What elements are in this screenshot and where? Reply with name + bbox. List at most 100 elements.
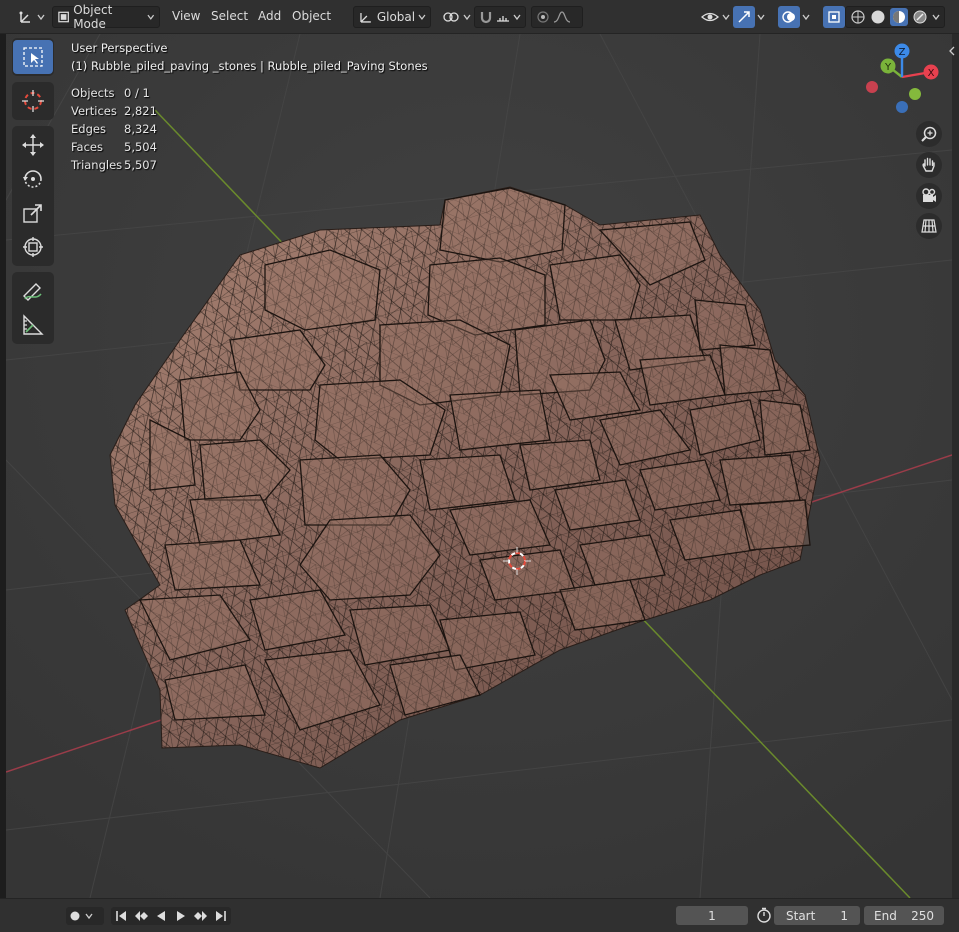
viewport-header: Object Mode View Select Add Object Globa… — [0, 0, 959, 34]
stat-row: Triangles 5,507 — [71, 156, 157, 174]
material-shading-button[interactable] — [890, 8, 908, 26]
cursor-tool[interactable] — [13, 84, 53, 118]
select-box-tool[interactable] — [13, 40, 53, 74]
start-value: 1 — [840, 908, 848, 923]
current-frame-field[interactable]: 1 — [676, 906, 748, 925]
overlays-dropdown[interactable] — [798, 6, 814, 28]
start-label: Start — [786, 908, 816, 923]
end-frame-field[interactable]: End 250 — [864, 906, 944, 925]
move-tool[interactable] — [13, 128, 53, 162]
stat-value: 0 / 1 — [124, 86, 150, 100]
overlays-toggle[interactable] — [778, 6, 800, 28]
mode-label: Object Mode — [73, 3, 113, 31]
proportional-editing-toggle[interactable] — [531, 6, 583, 28]
chevron-down-icon — [463, 14, 471, 21]
menu-add[interactable]: Add — [258, 9, 281, 23]
sidebar-edge[interactable] — [949, 34, 959, 898]
scale-tool[interactable] — [13, 196, 53, 230]
rendered-shading-icon[interactable] — [912, 9, 928, 25]
menu-view[interactable]: View — [172, 9, 200, 23]
gizmo-y-label: Y — [884, 62, 892, 73]
snap-increment-icon — [497, 16, 509, 22]
next-keyframe-icon — [194, 911, 207, 921]
perspective-toggle-button[interactable] — [916, 213, 942, 239]
rotate-tool[interactable] — [13, 162, 53, 196]
zoom-button[interactable] — [916, 121, 942, 147]
stat-row: Vertices 2,821 — [71, 102, 157, 120]
jump-end-icon — [216, 911, 226, 921]
record-icon — [70, 911, 80, 921]
measure-tool[interactable] — [13, 308, 53, 342]
stat-row: Edges 8,324 — [71, 120, 157, 138]
gizmo-z-label: Z — [899, 47, 906, 58]
cursor-icon — [22, 90, 44, 112]
current-frame-value: 1 — [708, 908, 716, 923]
stat-value: 2,821 — [124, 104, 157, 118]
prev-keyframe-icon — [135, 911, 148, 921]
play-reverse-icon — [157, 911, 165, 921]
play-button[interactable] — [171, 907, 191, 925]
wireframe-shading-icon[interactable] — [850, 9, 866, 25]
hand-icon — [922, 157, 935, 172]
object-visibility-dropdown[interactable] — [697, 6, 734, 28]
transform-orientation-dropdown[interactable]: Global — [353, 6, 431, 28]
scene-statistics: Objects 0 / 1 Vertices 2,821 Edges 8,324 Fa… — [71, 84, 157, 174]
tool-group-cursor — [12, 82, 54, 120]
play-icon — [177, 911, 185, 921]
measure-ruler-icon — [23, 314, 44, 335]
chevron-down-icon — [802, 14, 810, 21]
zoom-icon — [921, 126, 937, 142]
chevron-down-icon — [932, 14, 940, 21]
gizmo-toggle[interactable] — [733, 6, 755, 28]
eye-icon — [701, 12, 719, 22]
stopwatch-icon — [757, 907, 771, 923]
rotate-icon — [23, 170, 42, 188]
stat-label: Vertices — [71, 104, 117, 118]
chevron-down-icon — [147, 14, 155, 20]
active-object-name: (1) Rubble_piled_paving _stones | Rubble… — [71, 59, 428, 73]
tool-shelf — [12, 38, 54, 350]
transform-tool[interactable] — [13, 230, 53, 264]
annotate-pencil-icon — [23, 283, 42, 301]
chevron-down-icon — [513, 14, 521, 21]
editor-type-button[interactable] — [14, 6, 49, 28]
next-keyframe-button[interactable] — [191, 907, 211, 925]
gizmo-neg-y[interactable] — [909, 88, 921, 100]
jump-start-button[interactable] — [111, 907, 131, 925]
menu-select[interactable]: Select — [211, 9, 248, 23]
chevron-down-icon — [722, 14, 730, 21]
xray-icon — [828, 11, 840, 23]
stat-label: Objects — [71, 86, 115, 100]
start-frame-field[interactable]: Start 1 — [774, 906, 860, 925]
stopwatch-toggle[interactable] — [756, 907, 772, 926]
end-label: End — [874, 908, 897, 923]
gizmo-dropdown[interactable] — [753, 6, 769, 28]
pan-button[interactable] — [916, 152, 942, 178]
stat-value: 5,507 — [124, 158, 157, 172]
select-box-icon — [23, 47, 43, 67]
camera-view-button[interactable] — [916, 183, 942, 209]
gizmo-neg-x[interactable] — [866, 81, 878, 93]
menu-object[interactable]: Object — [292, 9, 331, 23]
grid-perspective-icon — [921, 219, 937, 233]
axis-editor-icon — [19, 11, 30, 23]
xray-toggle[interactable] — [823, 6, 845, 28]
pivot-point-dropdown[interactable] — [438, 6, 475, 28]
play-reverse-button[interactable] — [151, 907, 171, 925]
mode-dropdown[interactable]: Object Mode — [52, 3, 160, 31]
jump-end-button[interactable] — [211, 907, 231, 925]
snap-toggle[interactable] — [474, 6, 526, 28]
stat-value: 5,504 — [124, 140, 157, 154]
prev-keyframe-button[interactable] — [131, 907, 151, 925]
object-mode-icon — [58, 11, 69, 23]
annotate-tool[interactable] — [13, 274, 53, 308]
chevron-down-icon — [418, 14, 426, 21]
falloff-curve-icon — [553, 11, 571, 23]
keying-dropdown[interactable] — [66, 907, 104, 925]
magnet-icon — [480, 12, 492, 24]
navigation-gizmo[interactable]: X Y Z — [862, 42, 946, 120]
stat-row: Objects 0 / 1 — [71, 84, 157, 102]
gizmo-neg-z[interactable] — [896, 101, 908, 113]
solid-shading-icon[interactable] — [870, 9, 886, 25]
material-shading-icon — [893, 11, 905, 23]
